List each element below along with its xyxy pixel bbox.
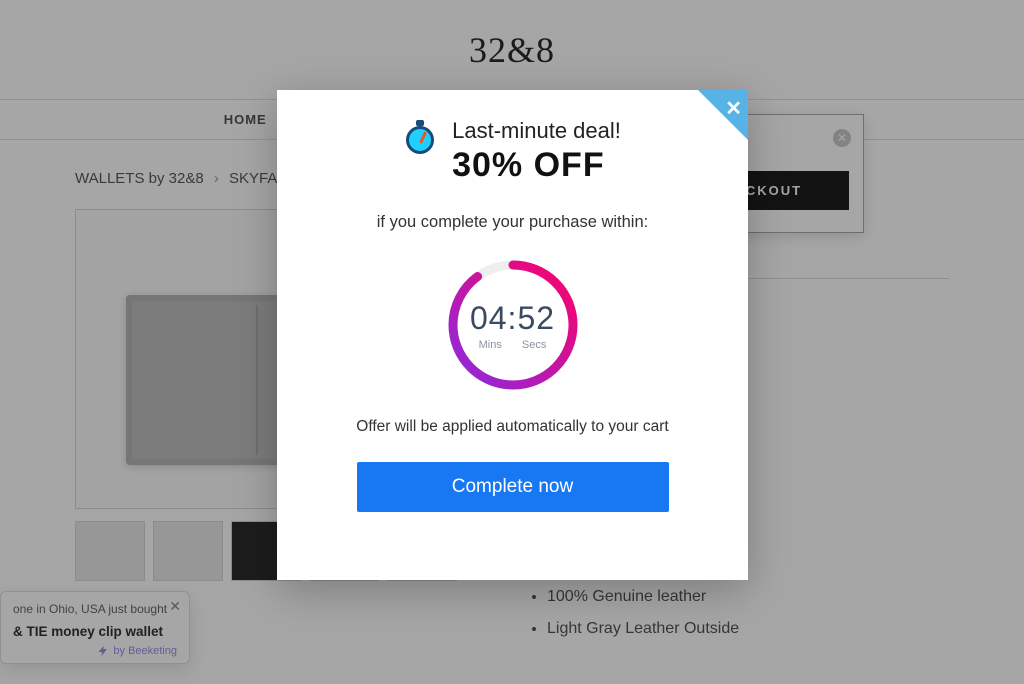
- timer-secs-label: Secs: [522, 339, 546, 351]
- modal-heading: Last-minute deal! 30% OFF: [355, 118, 670, 185]
- timer-value: 04:52: [470, 300, 555, 337]
- close-icon[interactable]: ✕: [725, 96, 742, 121]
- modal-lead: Last-minute deal!: [452, 118, 621, 144]
- modal-discount: 30% OFF: [452, 146, 621, 185]
- modal-close-corner[interactable]: ✕: [698, 90, 748, 140]
- countdown-timer: 04:52 Mins Secs: [446, 258, 580, 392]
- deal-modal: ✕ Last-minute deal! 30% OFF if you compl…: [277, 90, 748, 580]
- timer-mins-label: Mins: [479, 339, 502, 351]
- complete-now-button[interactable]: Complete now: [357, 462, 669, 512]
- stopwatch-icon: [404, 120, 438, 154]
- modal-condition: if you complete your purchase within:: [355, 213, 670, 232]
- modal-autoapply-note: Offer will be applied automatically to y…: [355, 418, 670, 436]
